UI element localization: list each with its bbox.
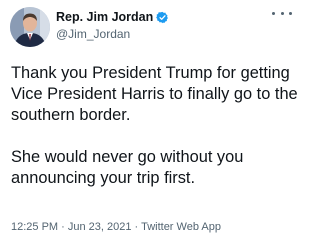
tweet-source[interactable]: Twitter Web App — [141, 221, 221, 233]
tweet-line: Thank you President Trump for getting — [11, 64, 290, 82]
tweet-line: She would never go without you — [11, 148, 244, 166]
tweet-date[interactable]: Jun 23, 2021 — [68, 221, 132, 233]
tweet-line: southern border. — [11, 106, 131, 124]
author-name-row: Rep. Jim Jordan — [56, 9, 169, 25]
tweet-card: Rep. Jim Jordan @Jim_Jordan Thank you Pr… — [0, 0, 300, 250]
tweet-line: announcing your trip first. — [11, 169, 196, 187]
more-dot — [289, 11, 292, 15]
author-display-name[interactable]: Rep. Jim Jordan — [56, 10, 153, 24]
more-dot — [280, 11, 284, 15]
meta-separator: · — [58, 221, 68, 233]
verified-badge-icon — [156, 11, 169, 24]
tweet-paragraph-2: She would never go without you announcin… — [11, 147, 296, 189]
tweet-paragraph-1: Thank you President Trump for getting Vi… — [11, 63, 298, 126]
more-dot — [272, 11, 275, 15]
meta-separator: · — [131, 221, 142, 233]
profile-photo-icon — [10, 7, 50, 47]
tweet-time[interactable]: 12:25 PM — [11, 221, 58, 233]
author-handle[interactable]: @Jim_Jordan — [56, 27, 130, 41]
tweet-text: Thank you President Trump for getting Vi… — [11, 63, 298, 189]
more-options-icon[interactable] — [272, 8, 292, 18]
tweet-meta: 12:25 PM · Jun 23, 2021 · Twitter Web Ap… — [11, 221, 221, 233]
tweet-line: Vice President Harris to finally go to t… — [11, 85, 298, 103]
avatar[interactable] — [10, 7, 50, 47]
